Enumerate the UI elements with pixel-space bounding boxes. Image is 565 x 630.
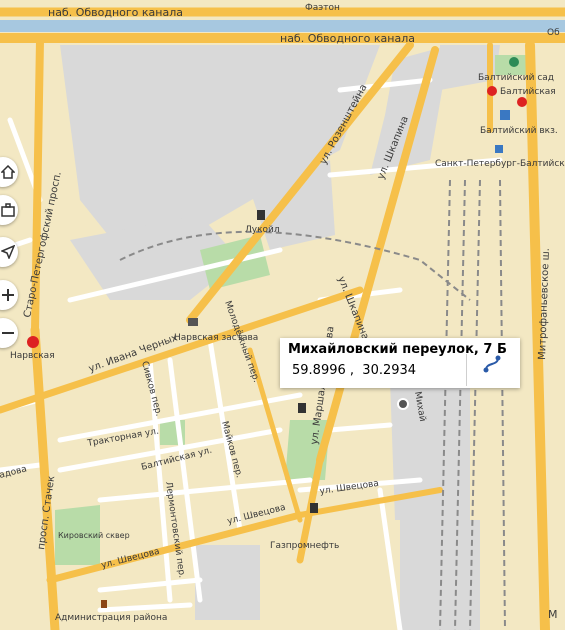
poi-fuel-1[interactable] xyxy=(298,403,306,413)
poi-label-kirov-skver: Кировский сквер xyxy=(58,531,130,540)
route-icon[interactable] xyxy=(480,352,504,376)
navigation-arrow-icon xyxy=(1,245,15,259)
fuel-icon xyxy=(310,503,318,513)
street-label-obvodny: наб. Обводного канала xyxy=(280,32,415,45)
flag-icon xyxy=(101,600,107,608)
map-canvas[interactable]: наб. Обводного канала наб. Обводного кан… xyxy=(0,0,565,630)
street-label-fayton: Фаэтон xyxy=(305,3,340,13)
poi-label-baltiysky-vokzal: Балтийский вкз. xyxy=(480,126,558,136)
poi-label-narvskaya: Нарвская xyxy=(10,351,55,361)
popup-coordinate-separator: , xyxy=(345,363,363,378)
poi-kirov-skver[interactable]: Кировский сквер xyxy=(58,531,130,540)
train-icon xyxy=(495,145,503,153)
zoom-out-icon xyxy=(2,332,14,334)
popup-coordinates: 59.8996 , 30.2934 xyxy=(292,363,416,378)
popup-longitude: 30.2934 xyxy=(362,363,417,378)
popup-latitude: 59.8996 xyxy=(292,363,346,378)
briefcase-icon xyxy=(1,203,15,217)
fuel-icon xyxy=(257,210,265,220)
poi-label-spb-baltiysky: Санкт-Петербург-Балтийский xyxy=(435,159,565,169)
selected-location-marker[interactable] xyxy=(397,398,409,410)
street-label-m-right: М xyxy=(548,608,558,621)
location-popup[interactable]: Михайловский переулок, 7 Б 59.8996 , 30.… xyxy=(280,338,520,388)
home-icon xyxy=(1,165,15,179)
poi-label-baltiyskaya-metro: Балтийская xyxy=(500,87,556,97)
poi-label-lukoil: Лукойл xyxy=(245,225,280,235)
location-pin-icon xyxy=(397,398,409,410)
metro-icon xyxy=(517,97,527,107)
zoom-in-icon xyxy=(2,289,14,301)
poi-label-admin: Администрация района xyxy=(55,613,167,623)
popup-address: Михайловский переулок, 7 Б xyxy=(288,342,507,357)
tree-icon xyxy=(509,57,519,67)
poi-label-gazpromneft: Газпромнефть xyxy=(270,541,339,551)
poi-label-narvskaya-zastava: Нарвская застава xyxy=(174,333,258,343)
poi-label-balt-garden: Балтийский сад xyxy=(478,73,554,83)
popup-divider xyxy=(466,354,467,386)
street-label-ob: Об xyxy=(547,28,560,38)
fuel-icon xyxy=(298,403,306,413)
canal xyxy=(0,20,565,32)
train-icon xyxy=(500,110,510,120)
metro-icon xyxy=(27,336,39,348)
street-label-obvodny-top: наб. Обводного канала xyxy=(48,6,183,19)
metro-icon xyxy=(487,86,497,96)
landmark-icon xyxy=(188,318,198,326)
